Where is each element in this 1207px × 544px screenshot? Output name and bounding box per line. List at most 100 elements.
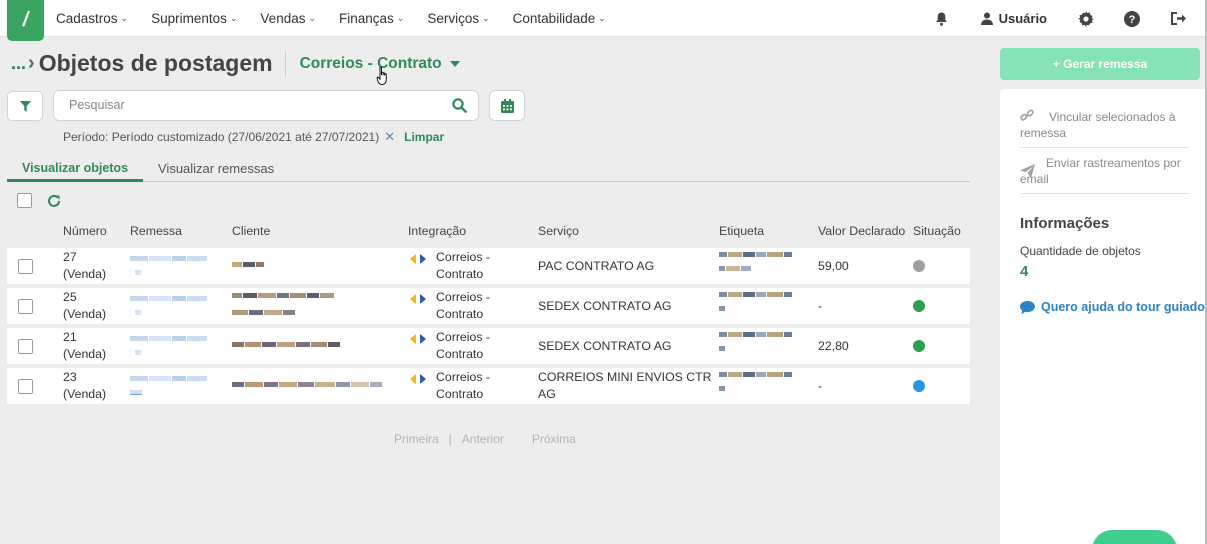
col-cliente[interactable]: Cliente [232, 224, 270, 238]
gear-icon[interactable] [1077, 10, 1095, 28]
status-dot-blue [913, 380, 925, 392]
calendar-button[interactable] [489, 90, 525, 121]
chat-bubble-icon [1020, 300, 1035, 314]
correios-icon [410, 374, 426, 384]
table-row[interactable]: 27 (Venda) Correios - Contrato PAC CONTRAT… [7, 248, 970, 284]
row-integration: Correios - Contrato [436, 329, 490, 363]
row-declared-value: - [818, 299, 823, 313]
tour-help-link[interactable]: Quero ajuda do tour guiado [1020, 300, 1205, 314]
row-number-type: (Venda) [63, 387, 107, 401]
qty-label: Quantidade de objetos [1020, 244, 1141, 258]
col-integracao[interactable]: Integração [408, 224, 466, 238]
col-remessa[interactable]: Remessa [130, 224, 182, 238]
search-icon[interactable] [452, 98, 467, 116]
remessa-redacted[interactable] [130, 256, 220, 261]
row-checkbox[interactable] [18, 299, 33, 314]
remessa-redacted[interactable] [130, 296, 220, 301]
tab-view-shipments[interactable]: Visualizar remessas [158, 161, 274, 176]
label-redacted [719, 266, 809, 271]
menu-servicos[interactable]: Serviços ⌄ [427, 11, 489, 26]
email-tracking-action[interactable]: Enviar rastreamentos por email [1020, 155, 1190, 187]
col-valor-declarado[interactable]: Valor Declarado [818, 224, 905, 238]
row-service-line1: CORREIOS MINI ENVIOS CTR [538, 370, 712, 384]
row-integration-line2: Contrato [436, 307, 484, 321]
client-redacted [232, 262, 272, 267]
qty-value: 4 [1020, 263, 1029, 280]
period-text: Período: Período customizado (27/06/2021… [63, 130, 380, 144]
calendar-icon [500, 98, 514, 113]
row-declared-value: 22,80 [818, 339, 849, 353]
select-all-checkbox[interactable] [17, 193, 32, 208]
top-actions: Usuário ? [933, 0, 1207, 37]
generate-shipment-button[interactable]: + Gerar remessa [1000, 48, 1200, 80]
row-number: 27 (Venda) [63, 249, 106, 283]
menu-vendas[interactable]: Vendas ⌄ [260, 11, 316, 26]
row-integration-line1: Correios - [436, 330, 490, 344]
label-redacted [719, 346, 809, 351]
logo-glyph: / [22, 9, 29, 31]
label-redacted [719, 372, 809, 377]
pagination: Primeira | Anterior Próxima [394, 432, 576, 446]
pager-previous[interactable]: Anterior [462, 432, 504, 446]
row-number-type: (Venda) [63, 347, 107, 361]
row-number: 21 (Venda) [63, 329, 106, 363]
col-servico[interactable]: Serviço [538, 224, 579, 238]
row-checkbox[interactable] [18, 379, 33, 394]
row-number-value: 25 [63, 290, 77, 304]
caret-down-icon [449, 60, 460, 67]
chevron-down-icon: ⌄ [229, 13, 238, 23]
search-input[interactable] [69, 98, 429, 112]
bell-icon[interactable] [933, 10, 951, 28]
link-to-shipment-action[interactable]: Vincular selecionados à remessa [1020, 109, 1190, 141]
row-number: 23 (Venda) [63, 369, 106, 403]
refresh-icon[interactable] [47, 194, 61, 208]
table-row[interactable]: 23 (Venda) Correios - Contrato CORREIOS MI… [7, 368, 970, 404]
col-etiqueta[interactable]: Etiqueta [719, 224, 764, 238]
remessa-redacted [135, 310, 155, 315]
remessa-redacted[interactable] [130, 376, 220, 381]
row-number-value: 27 [63, 250, 77, 264]
clear-filters-link[interactable]: Limpar [404, 130, 444, 144]
menu-contabilidade[interactable]: Contabilidade ⌄ [513, 11, 606, 26]
status-dot-green [913, 340, 925, 352]
row-integration-line2: Contrato [436, 387, 484, 401]
row-integration-line1: Correios - [436, 370, 490, 384]
help-icon[interactable]: ? [1123, 10, 1141, 28]
logout-icon[interactable] [1169, 10, 1187, 28]
pager-next[interactable]: Próxima [532, 432, 576, 446]
integration-dropdown-label: Correios - Contrato [299, 54, 442, 72]
breadcrumb-ellipsis[interactable]: ... [11, 53, 26, 74]
chat-widget-button[interactable] [1092, 530, 1177, 544]
chevron-down-icon: ⌄ [482, 13, 490, 23]
menu-cadastros[interactable]: Cadastros ⌄ [56, 11, 128, 26]
pager-first[interactable]: Primeira [394, 432, 439, 446]
menu-financas[interactable]: Finanças ⌄ [339, 11, 404, 26]
row-integration-line2: Contrato [436, 267, 484, 281]
row-integration-line1: Correios - [436, 250, 490, 264]
app-logo[interactable]: / [7, 0, 44, 41]
table-row[interactable]: 25 (Venda) Correios - Contrato SEDEX CONTR… [7, 288, 970, 324]
user-menu[interactable]: Usuário [980, 11, 1047, 26]
hand-cursor-icon [376, 66, 390, 89]
table-row[interactable]: 21 (Venda) Correios - Contrato SEDEX CONTR… [7, 328, 970, 364]
row-checkbox[interactable] [18, 339, 33, 354]
breadcrumb: ... › Objetos de postagem Correios - Con… [11, 50, 460, 77]
correios-icon [410, 254, 426, 264]
client-redacted [232, 310, 312, 315]
row-checkbox[interactable] [18, 259, 33, 274]
menu-suprimentos[interactable]: Suprimentos ⌄ [151, 11, 237, 26]
label-redacted [719, 306, 809, 311]
menu-label: Suprimentos [151, 11, 227, 26]
remessa-redacted[interactable] [130, 336, 220, 341]
row-number-value: 21 [63, 330, 77, 344]
tab-view-objects[interactable]: Visualizar objetos [7, 161, 143, 182]
label-redacted [719, 252, 809, 257]
col-numero[interactable]: Número [63, 224, 107, 238]
generate-shipment-label: + Gerar remessa [1052, 57, 1148, 71]
user-icon [980, 12, 993, 25]
col-situacao[interactable]: Situação [913, 224, 961, 238]
user-name: Usuário [998, 11, 1047, 26]
filter-button[interactable] [7, 91, 43, 121]
row-integration: Correios - Contrato [436, 249, 490, 283]
remove-period-icon[interactable]: ✕ [384, 129, 395, 145]
